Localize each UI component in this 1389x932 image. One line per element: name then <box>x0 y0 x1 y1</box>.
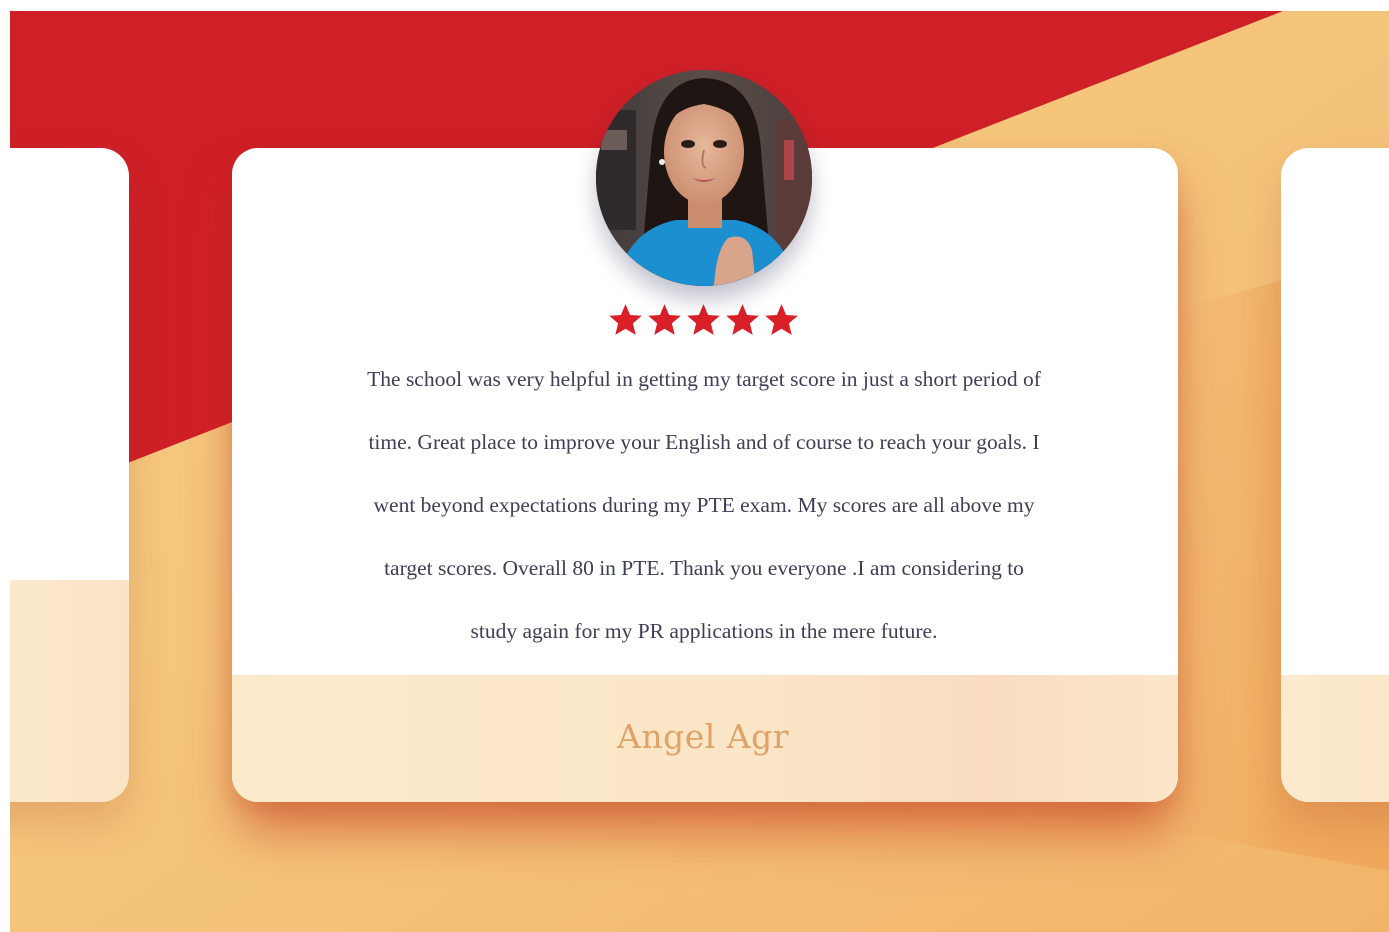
star-icon <box>609 304 642 335</box>
profile-photo-illustration <box>596 70 812 286</box>
testimonial-carousel: The school was very helpful in getting m… <box>10 11 1389 932</box>
star-icon <box>726 304 759 335</box>
star-icon <box>648 304 681 335</box>
author-name: Angel Agr <box>616 717 789 756</box>
profile-photo <box>596 70 812 286</box>
review-text: The school was very helpful in getting m… <box>367 367 1041 643</box>
star-icon <box>765 304 798 335</box>
next-testimonial-card[interactable] <box>1281 148 1389 802</box>
star-rating <box>607 303 800 337</box>
star-icon <box>687 304 720 335</box>
previous-testimonial-card[interactable] <box>10 148 129 802</box>
previous-card-footer <box>10 580 129 802</box>
card-footer: Angel Agr <box>232 675 1178 802</box>
next-card-footer <box>1281 675 1389 802</box>
